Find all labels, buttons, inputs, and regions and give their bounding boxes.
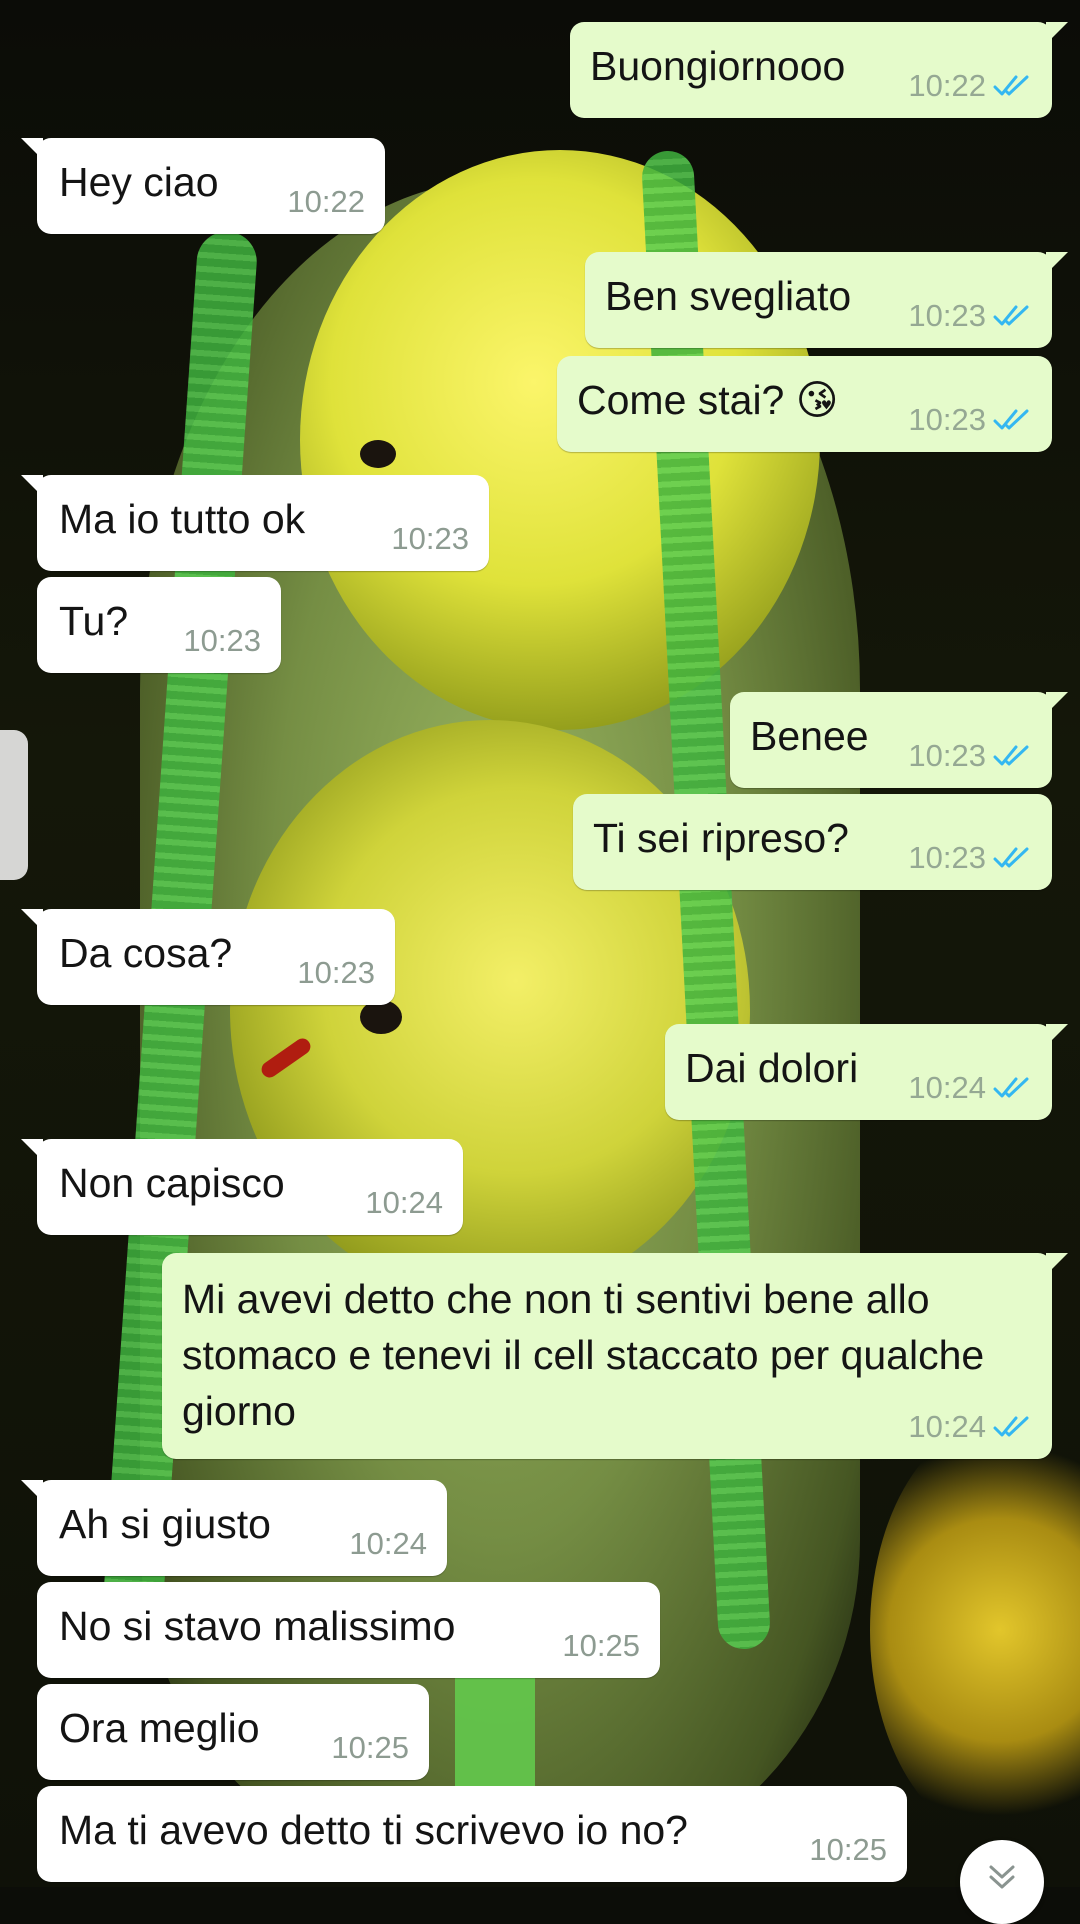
message-text: Ma ti avevo detto ti scrivevo io no?	[59, 1807, 688, 1853]
message-meta: 10:22	[287, 182, 365, 222]
message-text: Da cosa?	[59, 930, 233, 976]
message-time: 10:25	[562, 1628, 640, 1663]
message-outgoing[interactable]: Ti sei ripreso? 10:23	[573, 794, 1052, 890]
message-meta: 10:23	[908, 400, 1032, 440]
message-text: Ti sei ripreso?	[593, 815, 849, 861]
bubble-tail	[1046, 22, 1068, 44]
message-incoming[interactable]: Da cosa? 10:23	[21, 909, 395, 1005]
message-time: 10:23	[908, 738, 986, 773]
message-meta: 10:25	[809, 1830, 887, 1870]
message-meta: 10:24	[349, 1524, 427, 1564]
message-text: Buongiornooo	[590, 43, 846, 89]
message-text: Ora meglio	[59, 1705, 260, 1751]
chat-message-list[interactable]: Buongiornooo 10:22 Hey ciao 10:22 Ben sv…	[0, 0, 1080, 1887]
message-time: 10:24	[908, 1409, 986, 1444]
message-outgoing[interactable]: Buongiornooo 10:22	[570, 22, 1068, 118]
message-meta: 10:23	[183, 621, 261, 661]
message-incoming[interactable]: No si stavo malissimo 10:25	[37, 1582, 660, 1678]
bubble-tail	[1046, 252, 1068, 274]
double-check-icon	[993, 305, 1029, 326]
message-text: Ben svegliato	[605, 273, 852, 319]
message-time: 10:24	[365, 1185, 443, 1220]
message-incoming[interactable]: Hey ciao 10:22	[21, 138, 385, 234]
bubble-tail	[1046, 1024, 1068, 1046]
message-meta: 10:23	[908, 736, 1032, 776]
message-incoming[interactable]: Ora meglio 10:25	[37, 1684, 429, 1780]
message-meta: 10:23	[391, 519, 469, 559]
message-time: 10:22	[908, 68, 986, 103]
message-meta: 10:23	[908, 296, 1032, 336]
message-outgoing[interactable]: Dai dolori 10:24	[665, 1024, 1068, 1120]
message-outgoing[interactable]: Mi avevi detto che non ti sentivi bene a…	[162, 1253, 1068, 1459]
message-incoming[interactable]: Non capisco 10:24	[21, 1139, 463, 1235]
message-meta: 10:24	[908, 1407, 1032, 1447]
bubble-tail	[21, 138, 43, 160]
message-text: Dai dolori	[685, 1045, 859, 1091]
double-check-icon	[993, 745, 1029, 766]
message-meta: 10:25	[562, 1626, 640, 1666]
message-time: 10:23	[297, 955, 375, 990]
bubble-tail	[21, 475, 43, 497]
double-check-icon	[993, 1077, 1029, 1098]
message-text: Tu?	[59, 598, 129, 644]
message-outgoing[interactable]: Benee 10:23	[730, 692, 1068, 788]
message-meta: 10:25	[331, 1728, 409, 1768]
double-check-icon	[993, 409, 1029, 430]
message-time: 10:24	[908, 1070, 986, 1105]
double-check-icon	[993, 75, 1029, 96]
message-time: 10:23	[183, 623, 261, 658]
bubble-tail	[1046, 1253, 1068, 1275]
message-time: 10:23	[908, 402, 986, 437]
message-text: Non capisco	[59, 1160, 285, 1206]
scroll-to-bottom-button[interactable]	[960, 1840, 1044, 1924]
message-text: Come stai? 😘	[577, 377, 839, 423]
message-text: Hey ciao	[59, 159, 219, 205]
message-text: Ma io tutto ok	[59, 496, 306, 542]
message-time: 10:23	[391, 521, 469, 556]
message-time: 10:25	[331, 1730, 409, 1765]
message-time: 10:25	[809, 1832, 887, 1867]
message-text: No si stavo malissimo	[59, 1603, 456, 1649]
message-time: 10:24	[349, 1526, 427, 1561]
message-meta: 10:24	[908, 1068, 1032, 1108]
message-outgoing[interactable]: Ben svegliato 10:23	[585, 252, 1068, 348]
message-meta: 10:23	[297, 953, 375, 993]
message-text: Ah si giusto	[59, 1501, 271, 1547]
bubble-tail	[21, 909, 43, 931]
message-time: 10:23	[908, 840, 986, 875]
message-time: 10:22	[287, 184, 365, 219]
message-incoming[interactable]: Ma ti avevo detto ti scrivevo io no? 10:…	[37, 1786, 907, 1882]
chevron-double-down-icon	[989, 1865, 1015, 1889]
message-meta: 10:23	[908, 838, 1032, 878]
message-outgoing[interactable]: Come stai? 😘 10:23	[557, 356, 1052, 452]
message-time: 10:23	[908, 298, 986, 333]
double-check-icon	[993, 847, 1029, 868]
message-incoming[interactable]: Ma io tutto ok 10:23	[21, 475, 489, 571]
message-text: Benee	[750, 713, 869, 759]
bubble-tail	[1046, 692, 1068, 714]
bubble-tail	[21, 1139, 43, 1161]
message-incoming[interactable]: Tu? 10:23	[37, 577, 281, 673]
message-meta: 10:24	[365, 1183, 443, 1223]
double-check-icon	[993, 1416, 1029, 1437]
bubble-tail	[21, 1480, 43, 1502]
message-incoming[interactable]: Ah si giusto 10:24	[21, 1480, 447, 1576]
message-meta: 10:22	[908, 66, 1032, 106]
